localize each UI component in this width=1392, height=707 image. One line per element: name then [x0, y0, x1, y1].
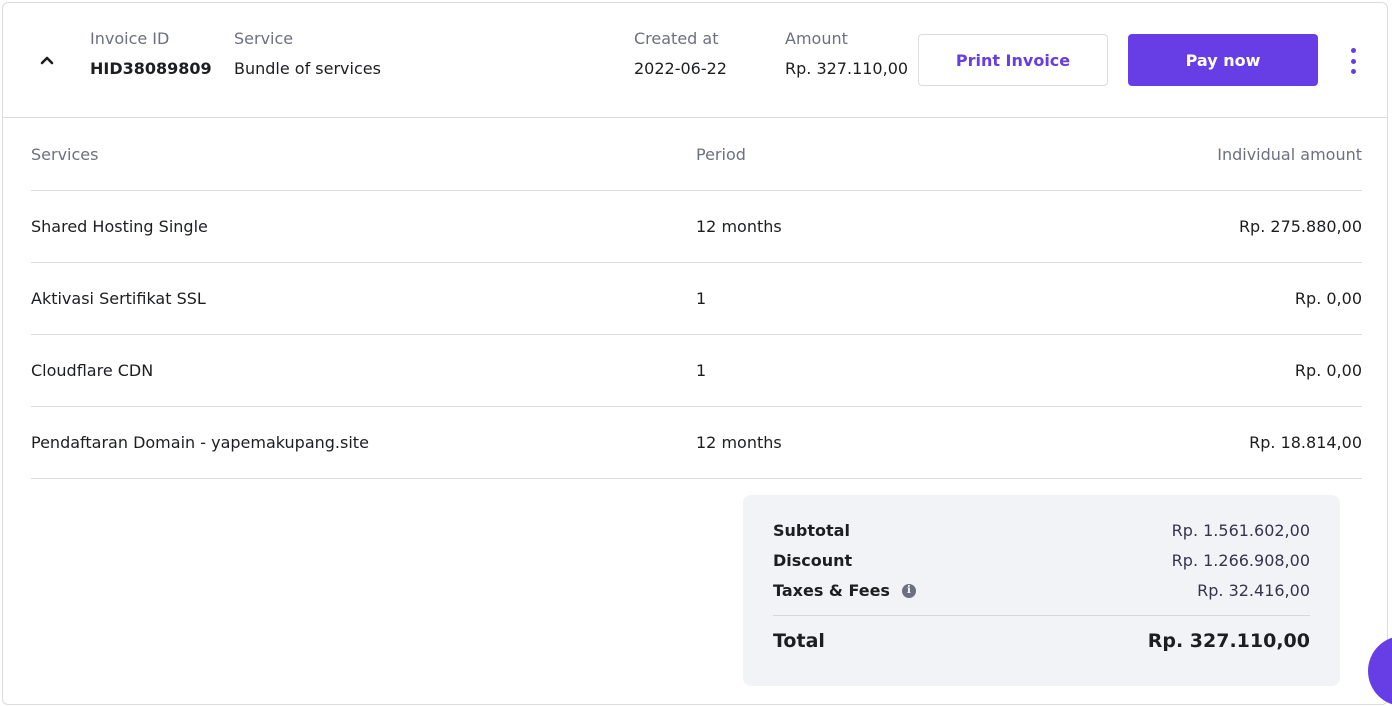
invoice-id-label: Invoice ID	[90, 29, 170, 48]
table-row: Shared Hosting Single 12 months Rp. 275.…	[31, 191, 1362, 263]
created-value: 2022-06-22	[634, 59, 727, 78]
row-service: Aktivasi Sertifikat SSL	[31, 289, 206, 308]
row-period: 1	[696, 289, 707, 308]
header-individual-amount: Individual amount	[1217, 144, 1362, 164]
created-column: Created at 2022-06-22	[634, 29, 727, 79]
taxes-label-wrap: Taxes & Fees i	[773, 581, 916, 600]
row-amount: Rp. 18.814,00	[1249, 433, 1362, 452]
invoice-header: Invoice ID HID38089809 Service Bundle of…	[3, 3, 1387, 118]
kebab-dot	[1350, 69, 1356, 74]
summary-divider	[773, 615, 1310, 616]
row-service: Cloudflare CDN	[31, 361, 154, 380]
row-period: 12 months	[696, 217, 782, 236]
table-row: Pendaftaran Domain - yapemakupang.site 1…	[31, 407, 1362, 479]
service-value: Bundle of services	[234, 59, 381, 78]
row-service: Pendaftaran Domain - yapemakupang.site	[31, 433, 369, 452]
row-period: 1	[696, 361, 707, 380]
total-value: Rp. 327.110,00	[1147, 630, 1310, 652]
row-service: Shared Hosting Single	[31, 217, 208, 236]
header-services: Services	[31, 144, 99, 164]
pay-now-button[interactable]: Pay now	[1128, 34, 1318, 86]
discount-value: Rp. 1.266.908,00	[1171, 551, 1310, 570]
kebab-dot	[1350, 48, 1356, 53]
row-amount: Rp. 0,00	[1294, 361, 1362, 380]
row-amount: Rp. 0,00	[1294, 289, 1362, 308]
amount-column: Amount Rp. 327.110,00	[785, 29, 908, 79]
taxes-row: Taxes & Fees i Rp. 32.416,00	[773, 581, 1310, 603]
service-column: Service Bundle of services	[234, 29, 381, 79]
taxes-value: Rp. 32.416,00	[1197, 581, 1310, 600]
created-label: Created at	[634, 29, 719, 48]
print-invoice-button[interactable]: Print Invoice	[918, 34, 1108, 86]
invoice-id-column: Invoice ID HID38089809	[90, 29, 212, 79]
total-row: Total Rp. 327.110,00	[773, 630, 1310, 656]
table-row: Cloudflare CDN 1 Rp. 0,00	[31, 335, 1362, 407]
subtotal-value: Rp. 1.561.602,00	[1171, 521, 1310, 540]
subtotal-label: Subtotal	[773, 521, 850, 540]
discount-label: Discount	[773, 551, 853, 570]
total-label: Total	[773, 630, 825, 652]
table-header-row: Services Period Individual amount	[31, 118, 1362, 191]
kebab-dot	[1350, 58, 1356, 64]
invoice-id-value: HID38089809	[90, 59, 212, 78]
subtotal-row: Subtotal Rp. 1.561.602,00	[773, 521, 1310, 543]
more-vertical-icon[interactable]	[1343, 48, 1363, 74]
header-period: Period	[696, 144, 746, 164]
info-icon[interactable]: i	[901, 583, 916, 598]
chevron-up-icon[interactable]	[36, 49, 58, 71]
discount-row: Discount Rp. 1.266.908,00	[773, 551, 1310, 573]
row-amount: Rp. 275.880,00	[1238, 217, 1362, 236]
service-label: Service	[234, 29, 294, 48]
invoice-summary: Subtotal Rp. 1.561.602,00 Discount Rp. 1…	[743, 495, 1340, 686]
invoice-card: Invoice ID HID38089809 Service Bundle of…	[2, 2, 1388, 705]
taxes-label: Taxes & Fees	[773, 581, 890, 600]
row-period: 12 months	[696, 433, 782, 452]
services-table: Services Period Individual amount Shared…	[31, 118, 1362, 479]
amount-value: Rp. 327.110,00	[785, 59, 909, 78]
amount-label: Amount	[785, 29, 848, 48]
table-row: Aktivasi Sertifikat SSL 1 Rp. 0,00	[31, 263, 1362, 335]
